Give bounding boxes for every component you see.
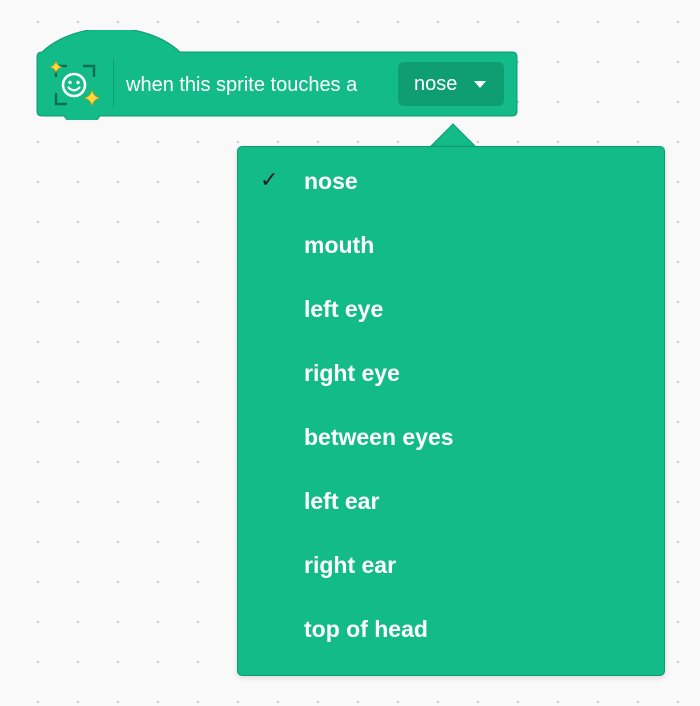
menu-item-mouth[interactable]: mouth — [238, 228, 664, 292]
menu-item-between-eyes[interactable]: between eyes — [238, 420, 664, 484]
menu-item-label: left ear — [304, 488, 380, 514]
menu-item-top-of-head[interactable]: top of head — [238, 612, 664, 676]
menu-item-label: mouth — [304, 232, 375, 258]
block-label: when this sprite touches a — [126, 74, 358, 96]
menu-item-left-ear[interactable]: left ear — [238, 484, 664, 548]
menu-item-label: between eyes — [304, 424, 454, 450]
menu-item-label: nose — [304, 168, 358, 194]
dropdown-value: nose — [414, 73, 458, 95]
face-part-list: ✓ nose mouth left eye right eye between eyes l… — [238, 164, 664, 676]
block-divider — [113, 58, 114, 108]
menu-item-nose[interactable]: ✓ nose — [238, 164, 664, 228]
menu-item-right-ear[interactable]: right ear — [238, 548, 664, 612]
menu-item-label: left eye — [304, 296, 384, 322]
face-sensing-icon — [49, 60, 101, 107]
menu-item-right-eye[interactable]: right eye — [238, 356, 664, 420]
face-touch-hat-block[interactable]: when this sprite touches a nose — [36, 30, 518, 120]
caret-down-icon — [474, 81, 486, 88]
menu-item-left-eye[interactable]: left eye — [238, 292, 664, 356]
menu-item-label: right eye — [304, 360, 400, 386]
check-icon: ✓ — [260, 168, 279, 193]
face-part-dropdown[interactable]: nose — [398, 62, 504, 106]
menu-item-label: right ear — [304, 552, 397, 578]
face-part-menu: ✓ nose mouth left eye right eye between eyes l… — [237, 146, 665, 676]
menu-item-label: top of head — [304, 616, 428, 642]
